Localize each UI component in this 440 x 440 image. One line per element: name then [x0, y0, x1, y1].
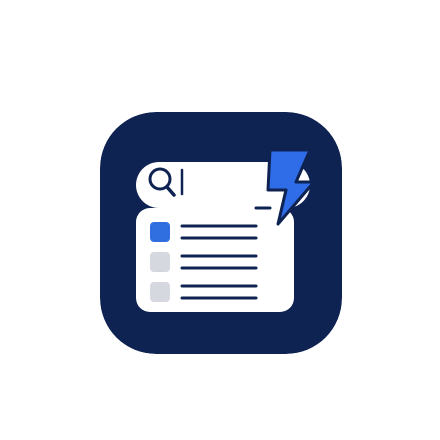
app-icon-graphic	[100, 112, 342, 354]
result-thumbnail	[150, 252, 170, 272]
result-thumbnail	[150, 282, 170, 302]
result-thumbnail-selected	[150, 222, 170, 242]
app-icon	[100, 112, 342, 354]
